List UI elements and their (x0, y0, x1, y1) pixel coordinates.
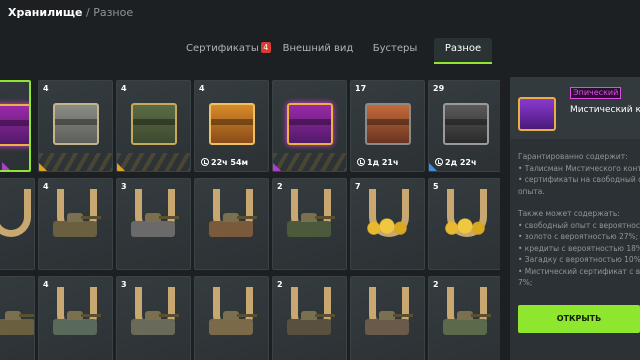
container-icon (287, 103, 333, 145)
item-count: 3 (121, 280, 127, 289)
item-card-container-timed[interactable]: 17 1д 21ч (350, 80, 425, 172)
item-card-certificate[interactable]: 2 (272, 178, 347, 270)
item-timer: 2д 22ч (435, 158, 476, 167)
tank-icon (131, 213, 179, 237)
item-description: Гарантированно содержит: • Талисман Мист… (518, 151, 640, 289)
items-grid: 4 4 4 22ч 54м 17 1д 21ч 29 2д 22ч 4 3 2 … (0, 74, 500, 360)
mystic-chest-icon (0, 104, 29, 146)
item-card-container-timed[interactable]: 4 22ч 54м (194, 80, 269, 172)
container-icon (53, 103, 99, 145)
maybe-line: • Мистический сертификат с веро (518, 266, 640, 276)
item-timer: 22ч 54м (201, 158, 248, 167)
gold-coins-icon (443, 215, 487, 237)
rarity-badge: Эпический (570, 87, 622, 99)
rarity-corner (39, 163, 47, 171)
item-card-certificate[interactable]: 3 (116, 178, 191, 270)
tab-misc[interactable]: Разное (434, 38, 492, 64)
item-count: 7 (355, 182, 361, 191)
gold-coins-icon (365, 215, 409, 237)
item-count: 4 (43, 84, 49, 93)
item-card-certificate[interactable]: 4 (38, 178, 113, 270)
item-details-panel: Эпический Мистический ко Гарантированно … (510, 77, 640, 360)
breadcrumb: Хранилище / Разное (8, 6, 133, 19)
tab-appearance[interactable]: Внешний вид (280, 38, 356, 64)
maybe-line: 7%; (518, 278, 533, 287)
rarity-corner (117, 163, 125, 171)
container-icon (365, 103, 411, 145)
item-count: 17 (355, 84, 367, 93)
tank-icon (209, 213, 257, 237)
horseshoe-icon (0, 189, 31, 237)
tank-icon (53, 213, 101, 237)
item-card-mystic-chest[interactable] (0, 80, 31, 172)
breadcrumb-current: Разное (93, 6, 134, 19)
item-count: 5 (433, 182, 439, 191)
item-card-gold[interactable]: 7 (350, 178, 425, 270)
item-count: 2 (277, 280, 283, 289)
item-card-certificate[interactable]: 2 (272, 276, 347, 360)
item-card-certificate[interactable]: 3 (116, 276, 191, 360)
rarity-corner (2, 162, 10, 170)
mystic-chest-icon (518, 97, 556, 131)
breadcrumb-root[interactable]: Хранилище (8, 6, 82, 19)
guaranteed-heading: Гарантированно содержит: (518, 152, 628, 161)
item-card-container-timed[interactable]: 29 2д 22ч (428, 80, 500, 172)
item-card-certificate[interactable]: 2 (428, 276, 500, 360)
guaranteed-line: • Талисман Мистического конте (518, 163, 640, 173)
item-card-certificate[interactable]: 4 (38, 276, 113, 360)
item-count: 2 (277, 182, 283, 191)
open-button[interactable]: ОТКРЫТЬ (518, 305, 640, 333)
clock-icon (201, 158, 209, 166)
item-count: 4 (121, 84, 127, 93)
item-card-gold[interactable]: 5 (428, 178, 500, 270)
item-card-certificate[interactable] (350, 276, 425, 360)
item-details-header: Эпический Мистический ко (510, 77, 640, 139)
tank-icon (0, 311, 34, 335)
maybe-heading: Также может содержать: (518, 209, 620, 218)
maybe-line: • кредиты с вероятностью 18% (518, 243, 640, 253)
item-card-certificate[interactable] (194, 178, 269, 270)
container-icon (209, 103, 255, 145)
tank-icon (365, 311, 413, 335)
item-card-certificate[interactable] (0, 178, 35, 270)
maybe-line: • Загадку с вероятностью 10%; (518, 255, 640, 264)
item-count: 4 (43, 280, 49, 289)
rarity-corner (273, 163, 281, 171)
item-card-container[interactable]: 4 (116, 80, 191, 172)
item-count: 4 (43, 182, 49, 191)
tank-icon (131, 311, 179, 335)
container-icon (131, 103, 177, 145)
top-bar: Хранилище / Разное (0, 0, 640, 28)
clock-icon (357, 158, 365, 166)
tab-certificates[interactable]: Сертификаты 4 (186, 38, 271, 64)
item-title: Мистический ко (570, 105, 640, 115)
item-count: 4 (199, 84, 205, 93)
tank-icon (53, 311, 101, 335)
item-card-certificate[interactable] (194, 276, 269, 360)
tank-icon (443, 311, 491, 335)
guaranteed-line: • сертификаты на свободный о (518, 175, 640, 184)
breadcrumb-separator: / (85, 6, 90, 19)
maybe-line: • свободный опыт с вероятност (518, 220, 640, 230)
item-timer: 1д 21ч (357, 158, 398, 167)
tank-icon (209, 311, 257, 335)
tab-certificates-label: Сертификаты (186, 43, 259, 54)
item-card-certificate[interactable] (0, 276, 35, 360)
tank-icon (287, 213, 335, 237)
maybe-line: • золото с вероятностью 27%; (518, 232, 639, 241)
guaranteed-line: опыта. (518, 186, 545, 196)
item-card-container[interactable] (272, 80, 347, 172)
item-count: 29 (433, 84, 445, 93)
item-count: 3 (121, 182, 127, 191)
tab-certificates-badge: 4 (260, 42, 271, 53)
container-icon (443, 103, 489, 145)
tab-boosters[interactable]: Бустеры (368, 38, 422, 64)
clock-icon (435, 158, 443, 166)
item-count: 2 (433, 280, 439, 289)
tank-icon (287, 311, 335, 335)
item-card-container[interactable]: 4 (38, 80, 113, 172)
